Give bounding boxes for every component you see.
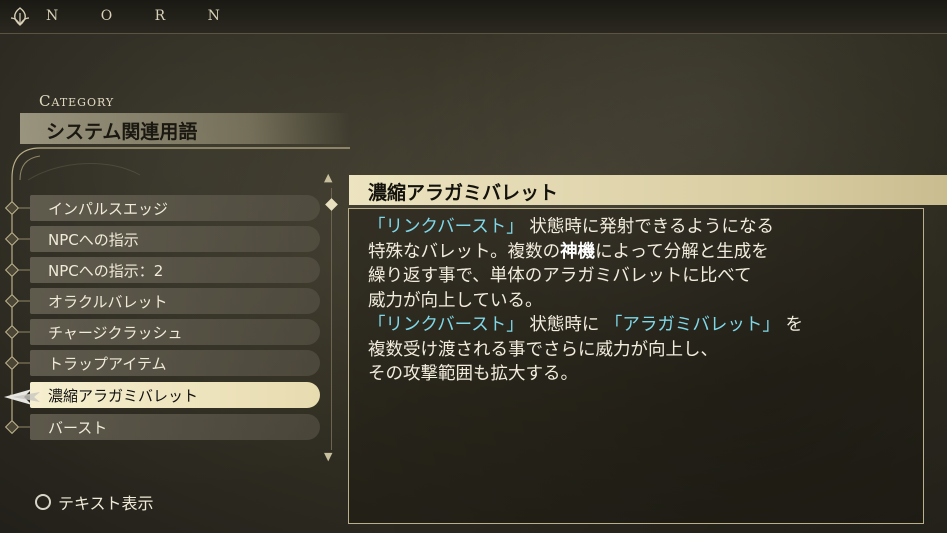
description-line: 特殊なバレット。複数の神機によって分解と生成を	[368, 240, 908, 265]
detail-description: 「リンクバースト」 状態時に発射できるようになる 特殊なバレット。複数の神機によっ…	[368, 215, 908, 387]
description-line: 複数受け渡される事でさらに威力が向上し、	[368, 338, 908, 363]
description-line: その攻撃範囲も拡大する。	[368, 362, 908, 387]
text-display-button-label[interactable]: テキスト表示	[58, 490, 154, 514]
scroll-up-icon[interactable]: ▲	[324, 171, 332, 184]
description-text: によって分解と生成を	[595, 241, 769, 262]
description-line: 「リンクバースト」 状態時に 「アラガミバレット」 を	[368, 313, 908, 338]
scroll-down-icon[interactable]: ▼	[324, 450, 332, 463]
description-text: 複数受け渡される事でさらに威力が向上し、	[368, 339, 718, 360]
description-text: 特殊なバレット。複数の	[368, 241, 561, 262]
highlighted-term: 「リンクバースト」	[368, 217, 524, 237]
list-item-label: バースト	[48, 419, 108, 437]
description-text: を	[779, 315, 803, 335]
highlighted-term: 「アラガミバレット」	[604, 315, 780, 335]
description-text: 繰り返す事で、単体のアラガミバレットに比べて	[368, 266, 752, 286]
scrollbar-track[interactable]	[331, 188, 332, 450]
circle-button-icon[interactable]	[35, 494, 51, 510]
list-item-burst[interactable]: バースト	[30, 414, 320, 440]
list-item-impulse-edge[interactable]: インパルスエッジ	[30, 195, 320, 221]
list-item-label: NPCへの指示：2	[48, 262, 164, 280]
list-item-label: チャージクラッシュ	[48, 324, 183, 342]
highlighted-term: 「リンクバースト」	[368, 315, 524, 335]
list-item-label: 濃縮アラガミバレット	[48, 387, 199, 405]
list-item-concentrated-aragami-bullet[interactable]: 濃縮アラガミバレット	[30, 382, 320, 408]
list-item-npc-instructions-2[interactable]: NPCへの指示：2	[30, 257, 320, 283]
list-item-npc-instructions[interactable]: NPCへの指示	[30, 226, 320, 252]
selection-cursor-icon	[4, 389, 40, 405]
list-item-label: トラップアイテム	[48, 355, 167, 373]
list-item-label: オラクルバレット	[48, 293, 168, 311]
list-item-label: インパルスエッジ	[48, 200, 169, 218]
list-item-label: NPCへの指示	[48, 231, 139, 249]
description-line: 「リンクバースト」 状態時に発射できるようになる	[368, 215, 908, 240]
description-text: その攻撃範囲も拡大する。	[368, 364, 578, 384]
description-text: 神機	[560, 241, 596, 262]
list-item-trap-item[interactable]: トラップアイテム	[30, 350, 320, 376]
list-item-oracle-bullet[interactable]: オラクルバレット	[30, 288, 320, 314]
list-item-charge-crush[interactable]: チャージクラッシュ	[30, 319, 320, 345]
description-text: 状態時に	[523, 315, 605, 335]
description-text: 状態時に発射できるようになる	[523, 217, 774, 237]
description-line: 威力が向上している。	[368, 289, 908, 314]
description-text: 威力が向上している。	[368, 290, 543, 311]
description-line: 繰り返す事で、単体のアラガミバレットに比べて	[368, 264, 908, 289]
detail-title: 濃縮アラガミバレット	[368, 182, 559, 204]
